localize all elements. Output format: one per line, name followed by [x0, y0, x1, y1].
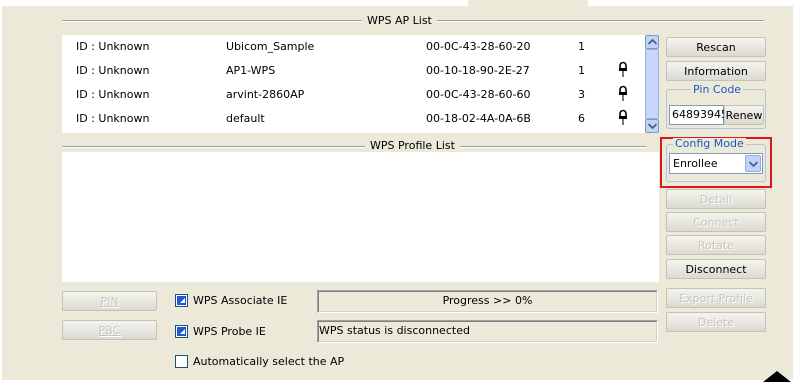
ap-ssid: arvint-2860AP [226, 88, 305, 101]
config-mode-select[interactable]: Enrollee [669, 153, 763, 174]
information-button[interactable]: Information [666, 61, 766, 81]
scroll-down-button[interactable] [645, 119, 659, 133]
status-field: WPS status is disconnected [317, 320, 658, 343]
pin-button[interactable]: PIN [62, 291, 157, 311]
ap-id: ID : Unknown [76, 40, 150, 53]
profile-list-title: WPS Profile List [365, 139, 460, 152]
progress-text: Progress >> 0% [442, 294, 533, 307]
ap-row[interactable]: ID : Unknown default 00-18-02-4A-0A-6B 6 [62, 107, 662, 130]
wps-probe-ie-checkbox[interactable] [175, 325, 188, 338]
wps-associate-ie-label: WPS Associate IE [193, 294, 288, 307]
rotate-button[interactable]: Rotate [666, 235, 766, 255]
delete-button[interactable]: Delete [666, 312, 766, 332]
auto-select-ap-label: Automatically select the AP [193, 355, 345, 368]
renew-button[interactable]: Renew [724, 105, 764, 125]
rescan-button[interactable]: Rescan [666, 37, 766, 57]
ap-list-scrollbar[interactable] [645, 35, 659, 133]
progress-field: Progress >> 0% [317, 290, 658, 313]
ap-list[interactable]: ID : Unknown Ubicom_Sample 00-0C-43-28-6… [62, 35, 659, 133]
ap-list-title: WPS AP List [362, 14, 437, 27]
pbc-button-label: PBC [98, 324, 121, 337]
ap-bssid: 00-0C-43-28-60-60 [426, 88, 531, 101]
wps-associate-ie-checkbox[interactable] [175, 294, 188, 307]
ap-id: ID : Unknown [76, 64, 150, 77]
wps-probe-ie-label: WPS Probe IE [193, 325, 266, 338]
chevron-down-icon [749, 161, 758, 167]
scroll-up-button[interactable] [645, 35, 659, 49]
disconnect-button[interactable]: Disconnect [666, 259, 766, 279]
profile-list[interactable] [62, 152, 659, 282]
export-profile-button[interactable]: Export Profile [666, 288, 766, 308]
connect-button[interactable]: Connect [666, 212, 766, 232]
ap-channel: 6 [578, 112, 585, 125]
status-text: WPS status is disconnected [319, 324, 470, 337]
chevron-down-icon [648, 123, 657, 129]
pin-code-field: 64893945 [669, 105, 728, 125]
detail-button[interactable]: Detail [666, 189, 766, 209]
lock-icon [619, 61, 627, 77]
lock-icon [619, 109, 627, 125]
ap-row[interactable]: ID : Unknown AP1-WPS 00-10-18-90-2E-27 1 [62, 59, 662, 82]
lock-icon [619, 85, 627, 101]
ap-id: ID : Unknown [76, 88, 150, 101]
pbc-button[interactable]: PBC [62, 320, 157, 340]
pin-code-legend: Pin Code [691, 83, 744, 96]
ap-bssid: 00-0C-43-28-60-20 [426, 40, 531, 53]
ap-bssid: 00-10-18-90-2E-27 [426, 64, 530, 77]
ap-id: ID : Unknown [76, 112, 150, 125]
ap-channel: 1 [578, 40, 585, 53]
pin-button-label: PIN [100, 295, 119, 308]
config-mode-value: Enrollee [673, 157, 718, 170]
ap-ssid: AP1-WPS [226, 64, 276, 77]
chevron-up-icon [648, 39, 657, 45]
ap-channel: 3 [578, 88, 585, 101]
ap-row[interactable]: ID : Unknown arvint-2860AP 00-0C-43-28-6… [62, 83, 662, 106]
ap-ssid: Ubicom_Sample [226, 40, 315, 53]
ap-row[interactable]: ID : Unknown Ubicom_Sample 00-0C-43-28-6… [62, 35, 662, 58]
scroll-thumb[interactable] [645, 49, 659, 119]
triangle-up-icon [763, 371, 791, 382]
auto-select-ap-checkbox[interactable] [175, 355, 188, 368]
profile-list-group-line [62, 146, 647, 148]
ap-bssid: 00-18-02-4A-0A-6B [426, 112, 531, 125]
ap-ssid: default [226, 112, 265, 125]
ap-channel: 1 [578, 64, 585, 77]
config-mode-legend: Config Mode [673, 137, 746, 150]
dropdown-button[interactable] [745, 155, 761, 172]
